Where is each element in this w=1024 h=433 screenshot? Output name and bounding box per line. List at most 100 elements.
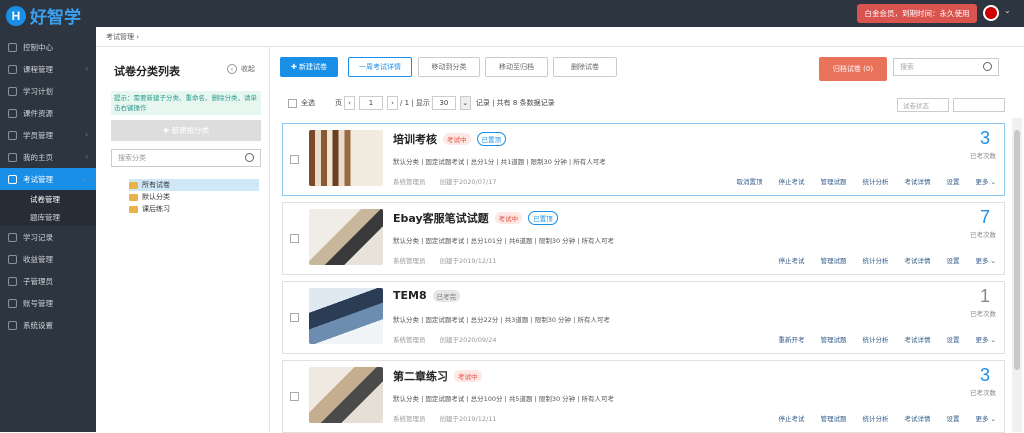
exam-thumbnail[interactable] xyxy=(309,367,383,423)
exam-action-link[interactable]: 停止考试 xyxy=(778,255,804,265)
archived-exams-button[interactable]: 归档试卷 (0) xyxy=(819,57,887,81)
sidebar-item[interactable]: 账号管理 xyxy=(0,292,96,314)
menu-icon xyxy=(8,64,17,74)
sidebar-item[interactable]: 子管理员 xyxy=(0,270,96,292)
sidebar-item[interactable]: 课程管理 ‹ xyxy=(0,58,96,80)
status-badge: 考试中 xyxy=(454,370,482,382)
sidebar-item-label: 学员管理 xyxy=(23,130,53,140)
tree-item-label: 所有试卷 xyxy=(142,181,170,189)
exam-action-link[interactable]: 设置 xyxy=(946,413,959,423)
exam-action-link[interactable]: 管理试题 xyxy=(820,176,846,186)
exam-search-input[interactable]: 搜索 xyxy=(893,58,999,76)
exam-action-link[interactable]: 统计分析 xyxy=(862,334,888,344)
exam-action-link[interactable]: 设置 xyxy=(946,176,959,186)
exam-action-link[interactable]: 重新开考 xyxy=(778,334,804,344)
sidebar-item[interactable]: 系统设置 xyxy=(0,314,96,336)
collapse-button[interactable]: ‹ 收起 xyxy=(227,64,255,74)
exam-action-link[interactable]: 停止考试 xyxy=(778,176,804,186)
breadcrumb[interactable]: 考试管理 › xyxy=(96,27,1024,47)
chevron-down-icon[interactable]: ⌄ xyxy=(1004,6,1011,15)
move-category-button[interactable]: 移动到分类 xyxy=(418,57,480,77)
exam-action-link[interactable]: 考试详情 xyxy=(904,413,930,423)
sidebar-item-label: 课程管理 xyxy=(23,64,53,74)
category-search-input[interactable]: 搜索分类 xyxy=(111,149,261,167)
exam-action-link[interactable]: 停止考试 xyxy=(778,413,804,423)
move-archive-button[interactable]: 移动至归档 xyxy=(485,57,548,77)
sidebar-item[interactable]: 学员管理 ‹ xyxy=(0,124,96,146)
one-week-details-button[interactable]: 一周考试详情 xyxy=(348,57,412,77)
sidebar-item[interactable]: 考试管理 ⌄ xyxy=(0,168,96,190)
exam-action-link[interactable]: 统计分析 xyxy=(862,176,888,186)
chevron-icon: ‹ xyxy=(85,131,88,139)
exam-title[interactable]: 培训考核 考试中 已置顶 xyxy=(393,131,506,147)
exam-card[interactable]: 第二章练习 考试中 默认分类 | 固定试题考试 | 总分100分 | 共5道题 | … xyxy=(282,360,1005,433)
exam-actions: 停止考试 管理试题 统计分析 考试详情 设置 更多 ⌄ xyxy=(762,413,996,423)
exam-action-link[interactable]: 取消置顶 xyxy=(736,176,762,186)
sidebar-item[interactable]: 课件资源 xyxy=(0,102,96,124)
status-select[interactable]: 试卷状态 xyxy=(897,98,949,112)
tree-item[interactable]: 默认分类 xyxy=(129,191,259,203)
sidebar-item-label: 系统设置 xyxy=(23,320,53,330)
exam-action-link[interactable]: 更多 ⌄ xyxy=(975,413,996,423)
folder-icon xyxy=(129,193,138,201)
search-icon[interactable] xyxy=(245,153,254,162)
exam-count-label: 已考次数 xyxy=(970,231,996,239)
exam-checkbox[interactable] xyxy=(290,155,299,164)
sidebar: 控制中心 课程管理 ‹ 学习计划 课件资源 学员管理 ‹ 我的主页 ‹ 考试管理 ⌄ 试卷管理 题库管… xyxy=(0,27,96,432)
exam-checkbox[interactable] xyxy=(290,234,299,243)
exam-checkbox[interactable] xyxy=(290,313,299,322)
exam-action-link[interactable]: 管理试题 xyxy=(820,255,846,265)
exam-created: 创建于2020/07/17 xyxy=(439,178,497,186)
delete-exam-button[interactable]: 删除试卷 xyxy=(553,57,617,77)
new-exam-button[interactable]: ✚ 新建试卷 xyxy=(280,57,338,77)
avatar[interactable] xyxy=(983,5,999,21)
exam-title[interactable]: Ebay客服笔试试题 考试中 已置顶 xyxy=(393,210,558,226)
sidebar-item-label: 学习记录 xyxy=(23,232,53,242)
sidebar-item[interactable]: 控制中心 xyxy=(0,36,96,58)
scrollbar-thumb[interactable] xyxy=(1014,130,1020,370)
exam-action-link[interactable]: 管理试题 xyxy=(820,334,846,344)
exam-action-link[interactable]: 更多 ⌄ xyxy=(975,176,996,186)
new-category-button[interactable]: ✚ 新建根分类 xyxy=(111,120,261,141)
tree-item[interactable]: 课后练习 xyxy=(129,203,259,215)
status-input[interactable] xyxy=(953,98,1005,112)
exam-card[interactable]: Ebay客服笔试试题 考试中 已置顶 默认分类 | 固定试题考试 | 总分101分 |… xyxy=(282,202,1005,275)
exam-action-link[interactable]: 设置 xyxy=(946,334,959,344)
logo[interactable]: H 好智学 xyxy=(6,3,81,28)
sidebar-item[interactable]: 学习计划 xyxy=(0,80,96,102)
sidebar-item[interactable]: 学习记录 xyxy=(0,226,96,248)
sidebar-item[interactable]: 我的主页 ‹ xyxy=(0,146,96,168)
record-summary: 记录 | 共有 8 条数据记录 xyxy=(475,99,555,107)
sidebar-item[interactable]: 收益管理 xyxy=(0,248,96,270)
exam-card[interactable]: 培训考核 考试中 已置顶 默认分类 | 固定试题考试 | 总分1分 | 共1道题 | … xyxy=(282,123,1005,196)
exam-action-link[interactable]: 考试详情 xyxy=(904,255,930,265)
tree-item[interactable]: 所有试卷 xyxy=(129,179,259,191)
exam-card[interactable]: TEM8 已考完 默认分类 | 固定试题考试 | 总分22分 | 共3道题 | 限制… xyxy=(282,281,1005,354)
exam-action-link[interactable]: 统计分析 xyxy=(862,413,888,423)
exam-thumbnail[interactable] xyxy=(309,288,383,344)
exam-action-link[interactable]: 更多 ⌄ xyxy=(975,334,996,344)
exam-action-link[interactable]: 考试详情 xyxy=(904,176,930,186)
prev-page-button[interactable]: ‹ xyxy=(344,96,355,110)
exam-title[interactable]: 第二章练习 考试中 xyxy=(393,368,482,384)
sidebar-subitem[interactable]: 题库管理 xyxy=(0,208,96,226)
exam-action-link[interactable]: 设置 xyxy=(946,255,959,265)
exam-action-link[interactable]: 管理试题 xyxy=(820,413,846,423)
status-badge: 已考完 xyxy=(432,289,461,302)
chevron-down-icon[interactable]: ⌄ xyxy=(459,96,471,110)
per-page-select[interactable]: 30 xyxy=(431,96,456,110)
exam-title[interactable]: TEM8 已考完 xyxy=(393,289,461,302)
exam-action-link[interactable]: 统计分析 xyxy=(862,255,888,265)
exam-action-link[interactable]: 考试详情 xyxy=(904,334,930,344)
sidebar-subitem[interactable]: 试卷管理 xyxy=(0,190,96,208)
page-input[interactable]: 1 xyxy=(359,96,383,110)
exam-checkbox[interactable] xyxy=(290,392,299,401)
menu-icon xyxy=(8,130,17,140)
exam-thumbnail[interactable] xyxy=(309,130,383,186)
next-page-button[interactable]: › xyxy=(387,96,398,110)
search-icon[interactable] xyxy=(983,62,992,71)
exam-thumbnail[interactable] xyxy=(309,209,383,265)
select-all-checkbox[interactable] xyxy=(288,98,297,108)
vip-badge[interactable]: 白金会员，到期时间：永久使用 xyxy=(857,4,977,23)
exam-action-link[interactable]: 更多 ⌄ xyxy=(975,255,996,265)
